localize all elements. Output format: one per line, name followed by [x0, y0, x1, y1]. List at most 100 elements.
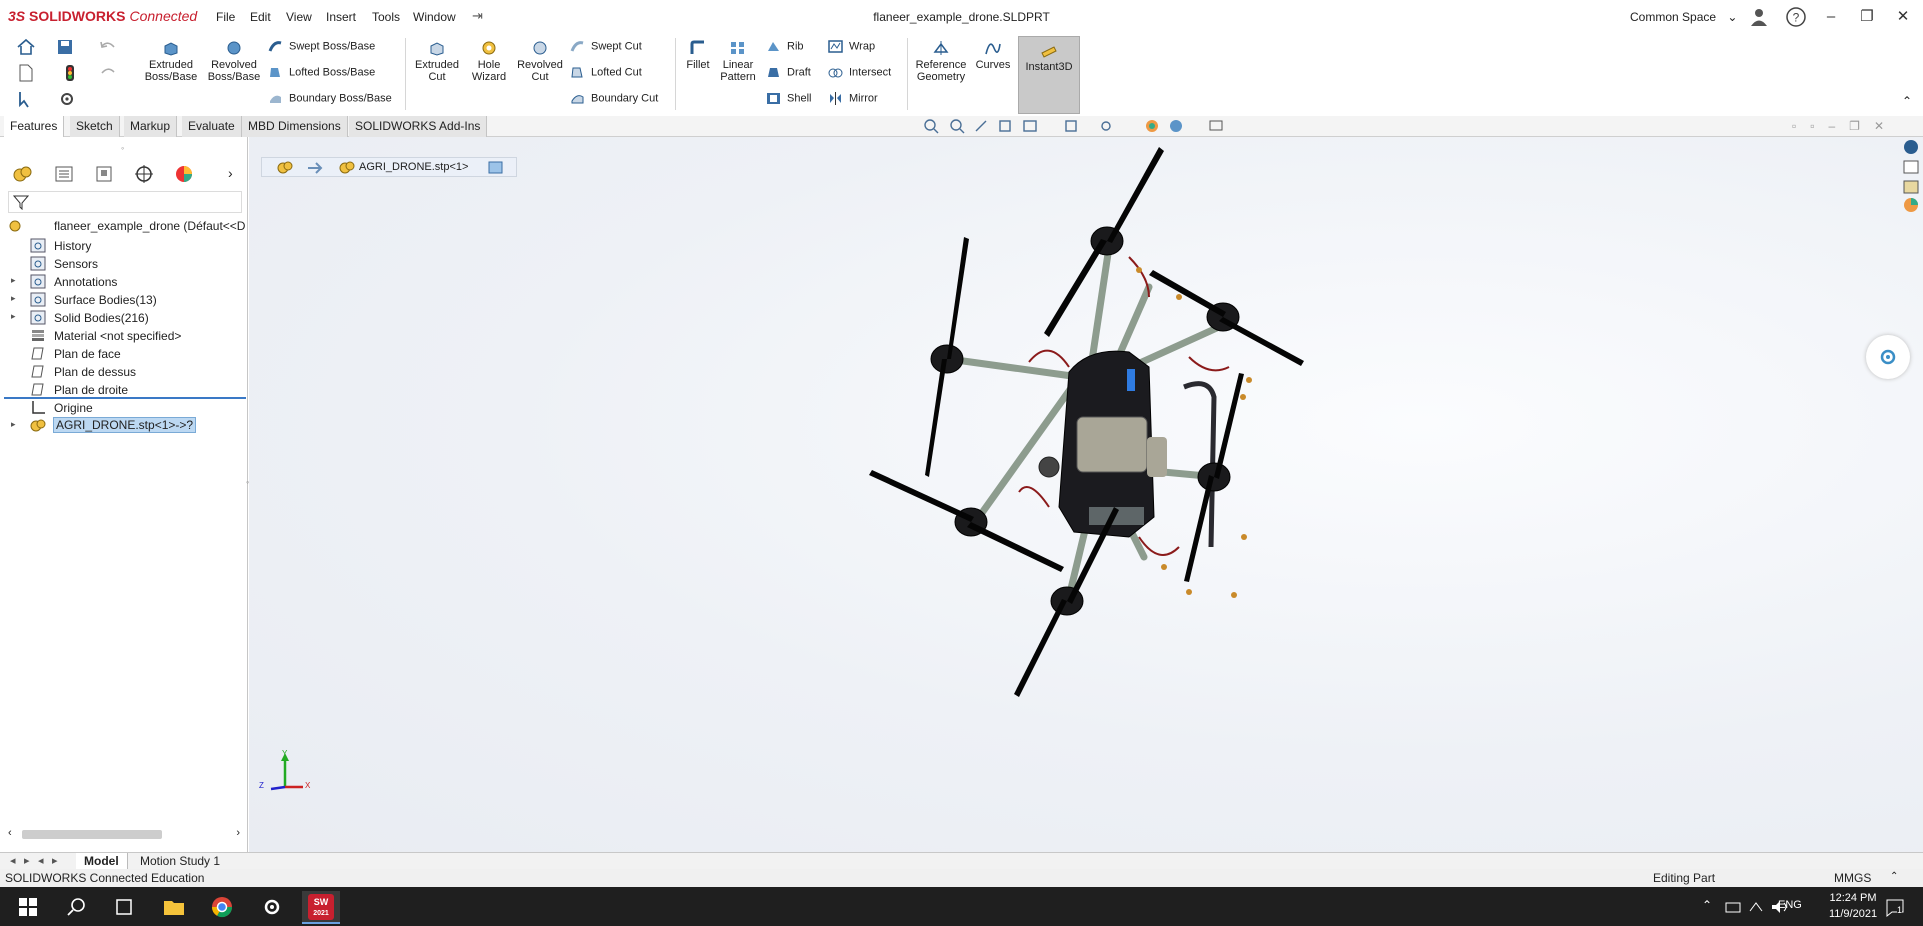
settings-icon[interactable] — [260, 895, 284, 919]
tab-evaluate[interactable]: Evaluate — [182, 116, 242, 137]
chevron-up-icon[interactable]: ⌃ — [1890, 871, 1898, 882]
mirror-button[interactable]: Mirror — [828, 92, 878, 105]
tree-item-annotations[interactable]: ▸ Annotations — [0, 272, 246, 292]
tab-scroll-right-icon[interactable]: ▸ — [24, 854, 30, 867]
clock[interactable]: 12:24 PM 11/9/2021 — [1818, 890, 1888, 922]
space-selector[interactable]: Common Space ⌄ — [1630, 10, 1737, 24]
windows-start-icon[interactable] — [16, 895, 40, 919]
expand-arrow-icon[interactable]: ▸ — [11, 293, 16, 304]
menu-edit[interactable]: Edit — [250, 10, 271, 24]
rollback-bar[interactable] — [4, 397, 246, 399]
pin-icon[interactable]: ⇥ — [472, 8, 483, 24]
menu-file[interactable]: File — [216, 10, 235, 24]
file-explorer-icon[interactable] — [162, 895, 186, 919]
chrome-icon[interactable] — [210, 895, 234, 919]
tree-item-solid-bodies[interactable]: ▸ Solid Bodies(216) — [0, 308, 246, 328]
revolved-cut-button[interactable]: Revolved Cut — [514, 40, 566, 83]
tree-item-material[interactable]: Material <not specified> — [0, 326, 246, 346]
viewport-window-controls[interactable]: ▫▫–❐✕ — [1792, 119, 1917, 134]
options-gear-icon[interactable] — [58, 90, 78, 108]
tab-scroll-left-icon[interactable]: ◂ — [10, 854, 16, 867]
tray-overflow-icon[interactable]: ⌃ — [1702, 898, 1712, 912]
dimxpert-tab[interactable] — [132, 163, 164, 187]
expand-arrow-icon[interactable]: ▸ — [11, 311, 16, 322]
curves-button[interactable]: Curves — [972, 40, 1014, 71]
body-icon[interactable] — [488, 161, 504, 174]
menu-view[interactable]: View — [286, 10, 312, 24]
notification-center-icon[interactable]: 1 — [1884, 897, 1910, 919]
wrap-button[interactable]: Wrap — [828, 40, 875, 53]
boundary-boss-button[interactable]: Boundary Boss/Base — [268, 92, 392, 105]
swept-boss-button[interactable]: Swept Boss/Base — [268, 40, 375, 53]
extruded-boss-button[interactable]: Extruded Boss/Base — [142, 40, 200, 83]
tree-item-agri-drone[interactable]: ▸ AGRI_DRONE.stp<1>->? — [0, 416, 246, 436]
tab-motion-study[interactable]: Motion Study 1 — [132, 853, 228, 869]
draft-button[interactable]: Draft — [766, 66, 811, 79]
close-icon[interactable]: ✕ — [1892, 6, 1914, 28]
panel-splitter-handle[interactable]: ◦ — [121, 143, 124, 153]
menu-insert[interactable]: Insert — [326, 10, 356, 24]
solidworks-taskbar-button[interactable]: SW 2021 — [302, 891, 340, 924]
intersect-button[interactable]: Intersect — [828, 66, 891, 79]
hole-wizard-button[interactable]: Hole Wizard — [464, 40, 514, 83]
tab-features[interactable]: Features — [4, 116, 65, 137]
breadcrumb-label[interactable]: AGRI_DRONE.stp<1> — [359, 161, 468, 173]
user-avatar-icon[interactable] — [1748, 6, 1770, 28]
instant3d-button[interactable]: Instant3D — [1018, 36, 1080, 114]
component-icon[interactable] — [338, 160, 356, 175]
tree-filter[interactable] — [8, 191, 242, 213]
linear-pattern-button[interactable]: Linear Pattern — [716, 40, 760, 83]
save-icon[interactable] — [56, 38, 76, 56]
menu-tools[interactable]: Tools — [372, 10, 400, 24]
shell-button[interactable]: Shell — [766, 92, 811, 105]
rib-button[interactable]: Rib — [766, 40, 804, 53]
tree-item-sensors[interactable]: Sensors — [0, 254, 246, 274]
panel-expand-arrow-icon[interactable]: › — [228, 165, 233, 181]
restore-icon[interactable]: ❐ — [1856, 6, 1878, 28]
new-document-icon[interactable] — [16, 64, 36, 82]
settings-gear-icon[interactable] — [1866, 335, 1910, 379]
tree-item-surface-bodies[interactable]: ▸ Surface Bodies(13) — [0, 290, 246, 310]
collapse-ribbon-icon[interactable]: ⌃ — [1902, 94, 1912, 108]
display-manager-tab[interactable] — [172, 163, 204, 187]
tree-item-history[interactable]: History — [0, 236, 246, 256]
revolved-boss-button[interactable]: Revolved Boss/Base — [206, 40, 262, 83]
undo-icon[interactable] — [98, 38, 118, 56]
select-arrow-icon[interactable] — [16, 90, 36, 108]
tree-item-origine[interactable]: Origine — [0, 398, 246, 418]
graphics-area[interactable]: AGRI_DRONE.stp<1> Y X Z — [249, 137, 1923, 852]
menu-window[interactable]: Window — [413, 10, 456, 24]
help-icon[interactable]: ? — [1785, 6, 1807, 28]
lofted-boss-button[interactable]: Lofted Boss/Base — [268, 66, 375, 79]
tab-scroll-start-icon[interactable]: ◂ — [38, 854, 44, 867]
task-view-icon[interactable] — [112, 895, 136, 919]
extruded-cut-button[interactable]: Extruded Cut — [412, 40, 462, 83]
tab-solidworks-addins[interactable]: SOLIDWORKS Add-Ins — [349, 116, 488, 137]
reference-geometry-button[interactable]: Reference Geometry — [912, 40, 970, 83]
tree-item-plan-de-face[interactable]: Plan de face — [0, 344, 246, 364]
tab-markup[interactable]: Markup — [124, 116, 178, 137]
redo-icon[interactable] — [98, 64, 118, 82]
lofted-cut-button[interactable]: Lofted Cut — [570, 66, 642, 79]
expand-arrow-icon[interactable]: ▸ — [11, 275, 16, 286]
minimize-icon[interactable]: – — [1820, 6, 1842, 28]
tab-sketch[interactable]: Sketch — [70, 116, 120, 137]
configuration-manager-tab[interactable] — [92, 163, 124, 187]
tree-root[interactable]: flaneer_example_drone (Défaut<<D — [0, 216, 246, 236]
expand-arrow-icon[interactable]: ▸ — [11, 419, 16, 430]
property-manager-tab[interactable] — [52, 163, 84, 187]
fillet-button[interactable]: Fillet — [680, 40, 716, 71]
panel-horizontal-scrollbar[interactable]: ‹ › — [4, 827, 244, 841]
swept-cut-button[interactable]: Swept Cut — [570, 40, 642, 53]
tab-mbd-dimensions[interactable]: MBD Dimensions — [242, 116, 348, 137]
drone-3d-model[interactable] — [729, 137, 1529, 852]
search-icon[interactable] — [64, 895, 88, 919]
boundary-cut-button[interactable]: Boundary Cut — [570, 92, 658, 105]
home-icon[interactable] — [16, 38, 36, 56]
tab-model[interactable]: Model — [76, 853, 128, 869]
tree-item-plan-de-dessus[interactable]: Plan de dessus — [0, 362, 246, 382]
traffic-light-icon[interactable] — [60, 64, 80, 82]
units-selector[interactable]: MMGS — [1834, 871, 1871, 885]
featuremanager-tree-tab[interactable] — [10, 163, 42, 187]
tab-scroll-end-icon[interactable]: ▸ — [52, 854, 58, 867]
